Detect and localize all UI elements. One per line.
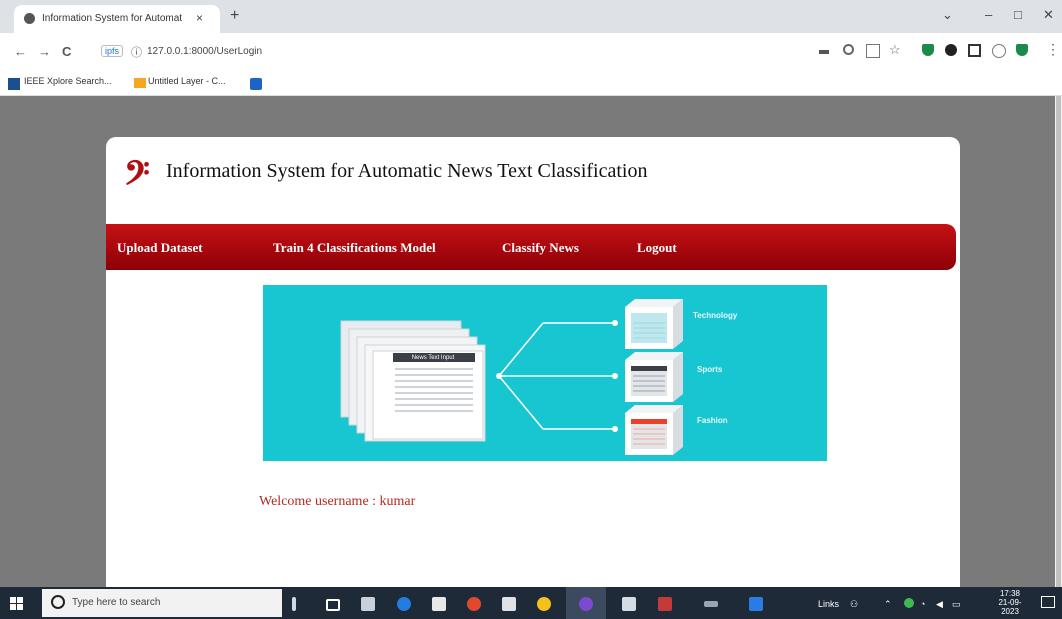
tab-title: Information System for Automat — [42, 13, 183, 24]
url-text[interactable]: 127.0.0.1:8000/UserLogin — [147, 46, 262, 57]
edge-icon[interactable] — [397, 597, 411, 611]
app-icon-6[interactable] — [749, 597, 763, 611]
brave-icon[interactable] — [579, 597, 593, 611]
zoom-icon[interactable] — [843, 44, 854, 55]
news-document — [372, 350, 484, 440]
address-bar[interactable]: ipfs ⓘ 127.0.0.1:8000/UserLogin — [95, 39, 395, 65]
taskbar-search-placeholder: Type here to search — [72, 597, 161, 608]
ipfs-badge[interactable]: ipfs — [101, 45, 124, 57]
app-icon-1[interactable] — [361, 597, 375, 611]
doc-header-label: News Text Input — [411, 355, 455, 361]
wifi-icon[interactable]: ◔ — [920, 599, 925, 609]
news-classification-illustration — [340, 299, 683, 455]
store-icon[interactable] — [432, 597, 446, 611]
sidepanel-icon[interactable] — [968, 44, 981, 57]
logo-icon: 𝄢 — [124, 155, 150, 200]
vpn-shield-icon[interactable] — [1016, 44, 1028, 56]
shield-extension-icon[interactable] — [922, 44, 934, 56]
app-icon-5[interactable] — [658, 597, 672, 611]
bookmark-icon[interactable] — [250, 78, 262, 90]
site-title: Information System for Automatic News Te… — [166, 160, 648, 182]
tab-close-button[interactable]: × — [196, 11, 203, 25]
clock-time: 17:38 — [999, 589, 1021, 598]
microphone-icon[interactable] — [292, 597, 296, 611]
windows-start-icon[interactable] — [10, 597, 24, 616]
app-icon-2[interactable] — [467, 597, 481, 611]
category-cube-sports — [625, 352, 683, 402]
scrollbar-thumb[interactable] — [1056, 96, 1061, 587]
welcome-message: Welcome username : kumar — [259, 494, 416, 509]
star-icon[interactable]: ☆ — [889, 42, 901, 58]
bookmark-untitled-layer[interactable]: Untitled Layer - C... — [148, 76, 226, 86]
nav-train-models[interactable]: Train 4 Classifications Model — [273, 240, 436, 256]
category-technology: Technology — [693, 311, 738, 320]
close-window-button[interactable]: ✕ — [1043, 7, 1054, 23]
category-fashion: Fashion — [697, 416, 728, 425]
reload-button[interactable]: C — [62, 44, 71, 59]
new-tab-button[interactable]: + — [230, 7, 239, 25]
taskbar-search[interactable]: Type here to search — [42, 589, 282, 617]
minimize-button[interactable]: – — [985, 7, 992, 22]
clock[interactable]: 17:38 21-09-2023 — [990, 589, 1030, 616]
volume-icon[interactable]: ◀ — [936, 599, 943, 610]
key-icon[interactable] — [819, 50, 829, 54]
menu-icon[interactable]: ⋮ — [1046, 41, 1060, 58]
task-view-icon[interactable] — [326, 599, 340, 611]
share-icon[interactable] — [866, 44, 880, 58]
nav-logout[interactable]: Logout — [637, 240, 677, 256]
tray-app-icon[interactable] — [904, 598, 914, 608]
globe-icon — [24, 13, 35, 24]
classification-banner — [263, 285, 827, 461]
chrome-icon[interactable] — [537, 597, 551, 611]
maximize-button[interactable]: □ — [1014, 7, 1022, 22]
category-sports: Sports — [697, 365, 723, 374]
nav-classify-news[interactable]: Classify News — [502, 240, 579, 256]
profile-icon[interactable] — [992, 44, 1006, 58]
app-icon-4[interactable] — [622, 597, 636, 611]
chevron-up-icon[interactable]: ⌃ — [884, 599, 892, 610]
app-icon-3[interactable] — [502, 597, 516, 611]
notifications-icon[interactable] — [1041, 596, 1055, 608]
tab-search-button[interactable]: ⌄ — [942, 7, 953, 23]
folder-favicon-icon — [134, 78, 146, 88]
browser-tab[interactable]: Information System for Automat × — [14, 5, 220, 33]
category-cube-technology — [625, 299, 683, 349]
search-icon — [51, 595, 65, 609]
extension-icon[interactable] — [945, 44, 957, 56]
clock-date: 21-09-2023 — [998, 598, 1022, 616]
tray-links[interactable]: Links — [818, 599, 839, 609]
battery-icon[interactable]: ▭ — [952, 599, 961, 610]
nav-upload-dataset[interactable]: Upload Dataset — [117, 240, 203, 256]
back-button[interactable]: ← — [14, 44, 27, 59]
bookmark-ieee[interactable]: IEEE Xplore Search... — [24, 76, 112, 86]
people-icon[interactable]: ⚇ — [850, 599, 858, 610]
terminal-icon[interactable] — [704, 601, 718, 607]
category-cube-fashion — [625, 405, 683, 455]
forward-button[interactable]: → — [38, 44, 51, 59]
ieee-favicon-icon — [8, 78, 20, 90]
scrollbar[interactable] — [1055, 96, 1062, 587]
site-info-icon[interactable]: ⓘ — [131, 44, 142, 60]
